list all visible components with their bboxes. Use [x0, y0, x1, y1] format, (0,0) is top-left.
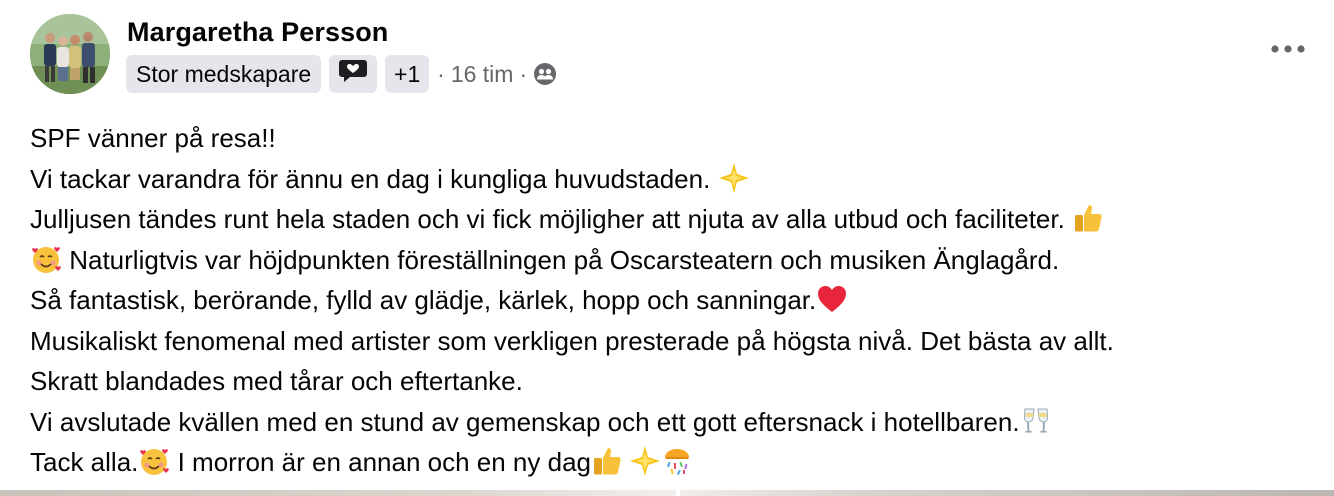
post-line-text: Tack alla. — [30, 447, 139, 477]
top-contributor-badge[interactable]: Stor medskapare — [126, 55, 322, 93]
post-line: Naturligtvis var höjdpunkten föreställni… — [30, 240, 1330, 281]
facebook-post: Margaretha Persson Stor medskapare +1 · … — [0, 0, 1334, 496]
smiling-face-with-hearts-icon — [30, 243, 62, 275]
post-line-text: Så fantastisk, berörande, fylld av glädj… — [30, 285, 817, 315]
post-line: Vi avslutade kvällen med en stund av gem… — [30, 402, 1330, 443]
more-options-button[interactable] — [1264, 30, 1312, 70]
author-name[interactable]: Margaretha Persson — [127, 17, 388, 48]
meta-separator: · — [437, 60, 445, 87]
post-line: Musikaliskt fenomenal med artister som v… — [30, 321, 1330, 362]
post-line: Vi tackar varandra för ännu en dag i kun… — [30, 159, 1330, 200]
clinking-glasses-icon — [1020, 405, 1052, 437]
post-line-text: Skratt blandades med tårar och eftertank… — [30, 366, 523, 396]
next-post-image-edge — [0, 490, 1334, 496]
confetti-ball-icon — [661, 445, 693, 477]
sparkle-star-icon — [718, 162, 750, 194]
post-line-text: Vi avslutade kvällen med en stund av gem… — [30, 406, 1020, 437]
friends-icon[interactable] — [533, 62, 557, 86]
post-line-text: Naturligtvis var höjdpunkten föreställni… — [62, 244, 1060, 275]
post-line: SPF vänner på resa!! — [30, 118, 1330, 159]
post-line: Tack alla. I morron är en annan och en n… — [30, 442, 1330, 483]
post-line: Julljusen tändes runt hela staden och vi… — [30, 199, 1330, 240]
post-line: Skratt blandades med tårar och eftertank… — [30, 361, 1330, 402]
thumbs-up-icon — [1072, 202, 1104, 234]
sparkle-star-icon — [629, 445, 661, 477]
meta-separator: · — [519, 60, 528, 87]
avatar[interactable] — [30, 14, 110, 94]
post-meta: Stor medskapare +1 · 16 tim · — [126, 55, 557, 93]
post-line-text: Julljusen tändes runt hela staden och vi… — [30, 204, 1073, 234]
more-badges-button[interactable]: +1 — [385, 55, 430, 93]
post-line-text: SPF vänner på resa!! — [30, 123, 276, 153]
smiling-face-with-hearts-icon — [138, 445, 170, 477]
badge-icon-button[interactable] — [329, 55, 378, 93]
more-options-icon — [1270, 41, 1306, 59]
post-line: Så fantastisk, berörande, fylld av glädj… — [30, 280, 1330, 321]
image-divider — [676, 490, 680, 496]
post-line-text: Vi tackar varandra för ännu en dag i kun… — [30, 163, 718, 194]
red-heart-icon — [816, 283, 848, 315]
post-line-text: I morron är en annan och en ny dag — [170, 447, 591, 477]
post-line-text: Musikaliskt fenomenal med artister som v… — [30, 325, 1114, 356]
thumbs-up-icon — [591, 445, 623, 477]
speech-bubble-heart-icon — [338, 58, 368, 90]
post-body: SPF vänner på resa!! Vi tackar varandra … — [30, 118, 1330, 483]
post-time[interactable]: 16 tim — [451, 61, 514, 88]
